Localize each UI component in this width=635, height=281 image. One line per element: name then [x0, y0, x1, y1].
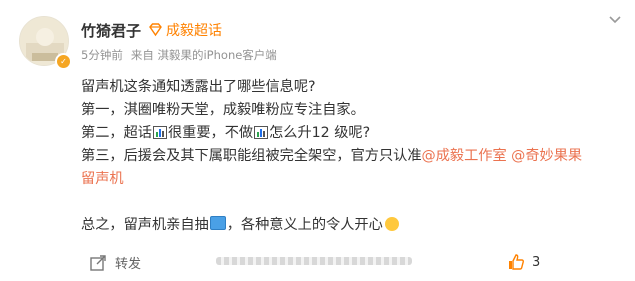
mention-link-studio[interactable]: @成毅工作室 — [422, 148, 507, 164]
topic-link[interactable]: 成毅超话 — [148, 20, 222, 40]
post-content: 留声机这条通知透露出了哪些信息呢? 第一，淇圈唯粉天堂，成毅唯粉应专注自家。 第… — [81, 76, 626, 237]
more-menu-icon[interactable] — [607, 14, 625, 28]
mention-link-guoguo[interactable]: @奇妙果果 — [511, 148, 582, 164]
ticket-emoji-icon — [209, 216, 226, 230]
line6-part1: 总之，留声机亲自抽 — [81, 217, 209, 233]
content-line-1: 留声机这条通知透露出了哪些信息呢? — [81, 79, 316, 95]
bar-chart-icon — [152, 126, 167, 139]
repost-icon — [90, 254, 106, 271]
verified-badge-icon: ✓ — [55, 53, 72, 70]
content-line-4: 第三，后援会及其下属职能组被完全架空，官方只认准@成毅工作室 @奇妙果果 — [81, 145, 626, 168]
post-meta: 5分钟前 来自 淇毅果的iPhone客户端 — [81, 47, 277, 63]
content-line-6: 总之，留声机亲自抽 ，各种意义上的令人开心 — [81, 214, 626, 237]
repost-label: 转发 — [115, 257, 142, 272]
like-icon — [509, 254, 524, 270]
line4-text: 第三，后援会及其下属职能组被完全架空，官方只认准 — [81, 148, 422, 164]
bar-chart-icon — [254, 126, 269, 139]
topic-label: 成毅超话 — [166, 23, 222, 39]
post-source: 淇毅果的iPhone客户端 — [157, 48, 277, 62]
content-line-2: 第一，淇圈唯粉天堂，成毅唯粉应专注自家。 — [81, 102, 365, 118]
comment-preview[interactable] — [216, 257, 412, 265]
mention-link-guoguo-continued[interactable]: 留声机 — [81, 168, 626, 191]
like-button[interactable]: 3 — [507, 253, 540, 271]
repost-button[interactable]: 转发 — [89, 253, 141, 272]
line6-part2: ，各种意义上的令人开心 — [226, 217, 383, 233]
source-prefix: 来自 — [130, 48, 154, 62]
line3-part3: 怎么升12 级呢? — [269, 125, 371, 141]
happy-face-emoji-icon — [384, 217, 399, 231]
line3-part2: 很重要，不做 — [167, 125, 254, 141]
like-count: 3 — [532, 254, 541, 270]
content-line-3: 第二，超话 很重要，不做 怎么升12 级呢? — [81, 122, 626, 145]
post-time[interactable]: 5分钟前 — [81, 48, 123, 62]
line3-part1: 第二，超话 — [81, 125, 152, 141]
post-footer: 转发 3 — [0, 249, 635, 277]
author-name[interactable]: 竹猗君子 — [81, 20, 141, 41]
topic-diamond-icon — [149, 23, 162, 37]
